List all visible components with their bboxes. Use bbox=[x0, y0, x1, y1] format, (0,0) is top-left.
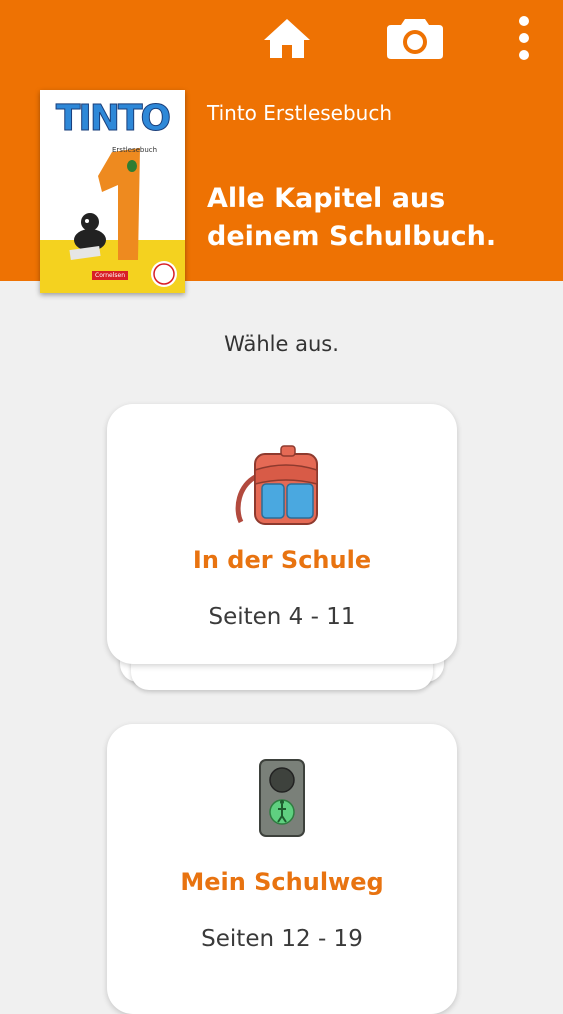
cover-title-text: TINTO bbox=[55, 98, 171, 140]
cover-title: TINTO bbox=[40, 98, 185, 140]
chapter-card-in-der-schule[interactable]: In der Schule Seiten 4 - 11 bbox=[107, 404, 457, 664]
card-stack-layer bbox=[131, 660, 433, 690]
backpack-icon bbox=[235, 445, 318, 525]
chapter-title: Mein Schulweg bbox=[180, 868, 384, 896]
more-options-button[interactable] bbox=[500, 10, 548, 66]
home-icon bbox=[264, 19, 310, 58]
chapter-pages: Seiten 4 - 11 bbox=[208, 604, 356, 630]
chapter-title: In der Schule bbox=[192, 546, 372, 574]
book-name: Tinto Erstlesebuch bbox=[207, 101, 393, 125]
camera-icon bbox=[387, 19, 443, 59]
book-cover: TINTO Erstlesebuch Cornelsen bbox=[40, 90, 185, 293]
page-headline: Alle Kapitel aus deinem Schulbuch. bbox=[207, 183, 497, 252]
camera-button[interactable] bbox=[385, 10, 445, 66]
chapter-image-wrap bbox=[107, 440, 457, 530]
chapter-image-wrap bbox=[107, 756, 457, 840]
cover-subtitle: Erstlesebuch bbox=[112, 146, 158, 154]
publisher-logo: Cornelsen bbox=[92, 271, 129, 280]
home-button[interactable] bbox=[257, 10, 317, 66]
traffic-light-icon bbox=[259, 759, 305, 837]
selection-prompt: Wähle aus. bbox=[224, 332, 339, 356]
more-vertical-icon bbox=[519, 16, 529, 60]
chapter-card-mein-schulweg[interactable]: Mein Schulweg Seiten 12 - 19 bbox=[107, 724, 457, 1014]
chapter-pages: Seiten 12 - 19 bbox=[201, 926, 363, 952]
